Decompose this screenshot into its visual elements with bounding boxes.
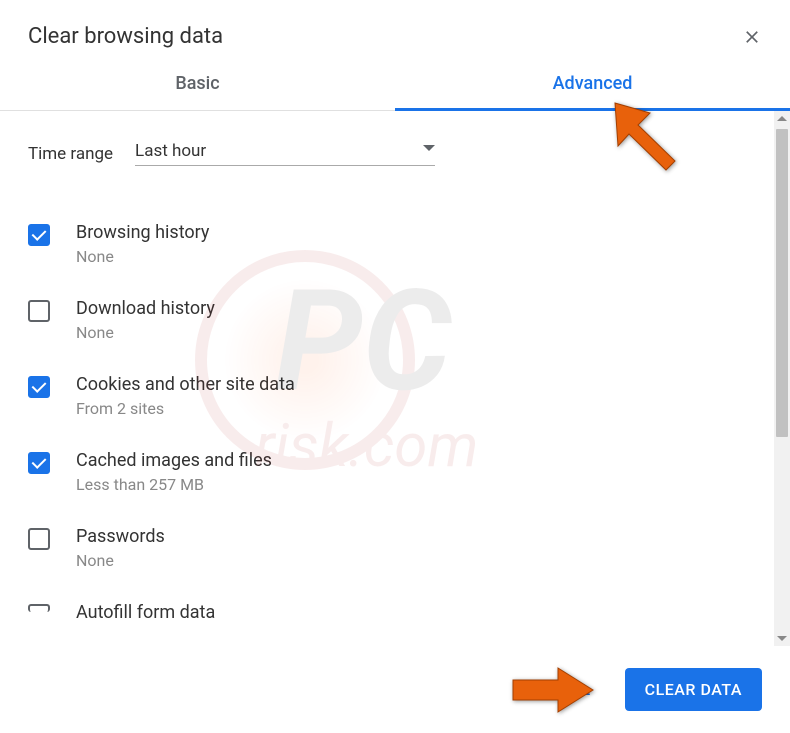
list-item: Cached images and files Less than 257 MB [28,434,746,510]
item-sub: None [76,323,746,342]
item-text: Download history None [76,298,746,342]
options-list: Browsing history None Download history N… [28,186,746,627]
time-range-row: Time range Last hour [28,131,746,186]
item-sub: From 2 sites [76,399,746,418]
item-label: Browsing history [76,222,746,243]
scroll-up-icon[interactable] [777,116,787,121]
dialog-title: Clear browsing data [28,24,742,49]
list-item: Cookies and other site data From 2 sites [28,358,746,434]
list-item: Download history None [28,282,746,358]
item-label: Cookies and other site data [76,374,746,395]
item-label: Download history [76,298,746,319]
close-icon[interactable] [742,27,762,47]
item-sub: Less than 257 MB [76,475,746,494]
tab-basic[interactable]: Basic [0,59,395,110]
clear-data-button[interactable]: CLEAR DATA [625,668,762,711]
list-item: Browsing history None [28,206,746,282]
checkbox-autofill[interactable] [28,604,50,612]
clear-browsing-data-dialog: PC risk.com Clear browsing data Basic Ad… [0,0,790,733]
checkbox-browsing-history[interactable] [28,224,50,246]
content-area: Time range Last hour Browsing history No… [0,111,774,646]
time-range-value: Last hour [135,141,206,161]
time-range-label: Time range [28,144,113,164]
tab-advanced[interactable]: Advanced [395,59,790,110]
cancel-button[interactable]: CANCEL [507,668,611,711]
scrollbar-thumb[interactable] [776,129,788,437]
checkbox-download-history[interactable] [28,300,50,322]
dialog-header: Clear browsing data [0,0,790,59]
chevron-down-icon [423,145,435,151]
item-sub: None [76,247,746,266]
scrollbar[interactable] [774,111,790,646]
content-wrapper: Time range Last hour Browsing history No… [0,111,790,646]
item-text: Cached images and files Less than 257 MB [76,450,746,494]
item-label: Cached images and files [76,450,746,471]
item-sub: None [76,551,746,570]
dialog-footer: CANCEL CLEAR DATA [0,646,790,733]
list-item: Autofill form data [28,586,746,627]
item-text: Cookies and other site data From 2 sites [76,374,746,418]
time-range-select[interactable]: Last hour [135,141,435,166]
item-text: Autofill form data [76,602,746,627]
item-label: Autofill form data [76,602,746,623]
checkbox-cached-images[interactable] [28,452,50,474]
tab-bar: Basic Advanced [0,59,790,111]
item-label: Passwords [76,526,746,547]
checkbox-cookies[interactable] [28,376,50,398]
item-text: Passwords None [76,526,746,570]
list-item: Passwords None [28,510,746,586]
checkbox-passwords[interactable] [28,528,50,550]
item-text: Browsing history None [76,222,746,266]
scroll-down-icon[interactable] [777,636,787,641]
